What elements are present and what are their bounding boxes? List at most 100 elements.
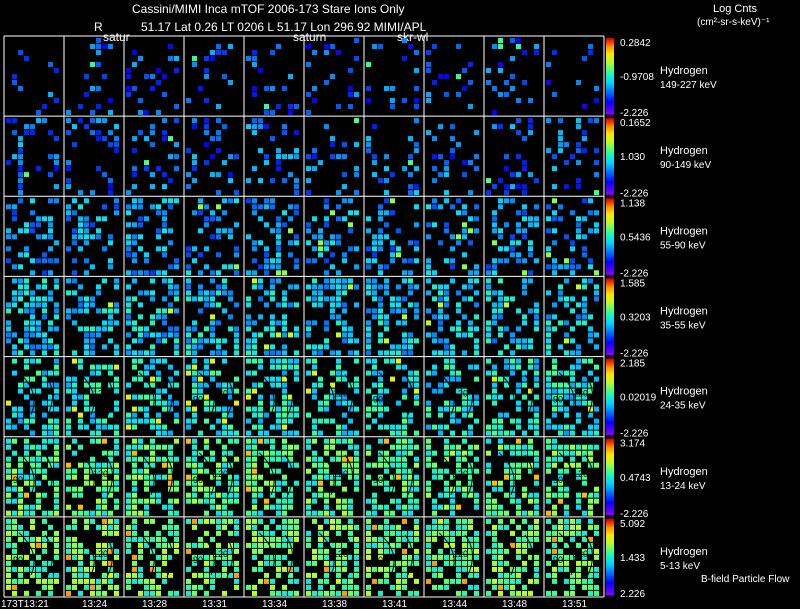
- data-pixel: [354, 486, 359, 492]
- data-pixel: [186, 438, 191, 444]
- data-pixel: [6, 474, 11, 480]
- data-pixel: [42, 270, 47, 276]
- data-pixel: [156, 358, 161, 364]
- data-pixel: [354, 554, 359, 560]
- data-pixel: [576, 444, 581, 450]
- data-pixel: [234, 584, 239, 590]
- data-pixel: [156, 430, 161, 436]
- data-pixel: [150, 142, 155, 148]
- data-pixel: [546, 468, 551, 474]
- data-pixel: [486, 68, 491, 73]
- data-pixel: [258, 438, 263, 444]
- data-pixel: [456, 518, 461, 524]
- data-pixel: [528, 524, 533, 530]
- data-pixel: [414, 302, 419, 308]
- data-pixel: [330, 370, 335, 376]
- data-pixel: [54, 302, 59, 308]
- data-pixel: [264, 86, 269, 91]
- data-pixel: [204, 438, 209, 444]
- data-pixel: [54, 554, 59, 560]
- data-pixel: [324, 270, 329, 276]
- data-pixel: [402, 518, 407, 524]
- data-pixel: [528, 222, 533, 228]
- data-pixel: [498, 228, 503, 234]
- data-pixel: [90, 44, 95, 49]
- data-pixel: [588, 370, 593, 376]
- data-pixel: [330, 456, 335, 462]
- data-pixel: [312, 462, 317, 468]
- data-pixel: [270, 530, 275, 536]
- data-pixel: [150, 350, 155, 356]
- data-pixel: [6, 578, 11, 584]
- data-pixel: [456, 406, 461, 412]
- data-pixel: [438, 302, 443, 308]
- data-pixel: [324, 50, 329, 55]
- data-pixel: [576, 412, 581, 418]
- data-pixel: [366, 424, 371, 430]
- data-pixel: [462, 450, 467, 456]
- data-pixel: [54, 326, 59, 332]
- data-pixel: [84, 510, 89, 516]
- data-pixel: [204, 296, 209, 302]
- data-pixel: [372, 492, 377, 498]
- data-pixel: [198, 204, 203, 210]
- data-pixel: [66, 216, 71, 222]
- data-pixel: [354, 444, 359, 450]
- data-pixel: [450, 536, 455, 542]
- data-pixel: [264, 198, 269, 204]
- data-pixel: [492, 486, 497, 492]
- data-pixel: [24, 358, 29, 364]
- data-pixel: [36, 296, 41, 302]
- data-pixel: [372, 308, 377, 314]
- data-pixel: [414, 400, 419, 406]
- data-pixel: [36, 492, 41, 498]
- data-pixel: [162, 406, 167, 412]
- data-pixel: [324, 438, 329, 444]
- data-pixel: [126, 344, 131, 350]
- data-pixel: [90, 438, 95, 444]
- data-pixel: [564, 406, 569, 412]
- data-pixel: [450, 578, 455, 584]
- data-pixel: [474, 572, 479, 578]
- data-pixel: [552, 228, 557, 234]
- data-pixel: [444, 358, 449, 364]
- data-pixel: [192, 338, 197, 344]
- data-pixel: [510, 518, 515, 524]
- data-pixel: [294, 530, 299, 536]
- data-pixel: [486, 510, 491, 516]
- data-pixel: [102, 560, 107, 566]
- data-pixel: [396, 302, 401, 308]
- data-pixel: [294, 358, 299, 364]
- data-pixel: [156, 228, 161, 234]
- data-pixel: [288, 302, 293, 308]
- data-pixel: [378, 44, 383, 49]
- data-pixel: [456, 530, 461, 536]
- data-pixel: [12, 578, 17, 584]
- data-pixel: [78, 296, 83, 302]
- data-pixel: [342, 172, 347, 178]
- data-pixel: [384, 510, 389, 516]
- data-pixel: [438, 406, 443, 412]
- data-pixel: [552, 542, 557, 548]
- data-pixel: [468, 62, 473, 67]
- data-pixel: [552, 270, 557, 276]
- data-pixel: [576, 542, 581, 548]
- data-pixel: [24, 394, 29, 400]
- data-pixel: [522, 382, 527, 388]
- data-pixel: [222, 418, 227, 424]
- data-pixel: [174, 284, 179, 290]
- data-pixel: [54, 418, 59, 424]
- data-pixel: [102, 578, 107, 584]
- data-pixel: [210, 50, 215, 55]
- data-pixel: [336, 314, 341, 320]
- data-pixel: [54, 284, 59, 290]
- data-pixel: [30, 444, 35, 450]
- data-pixel: [384, 264, 389, 270]
- data-pixel: [30, 326, 35, 332]
- data-pixel: [336, 278, 341, 284]
- data-pixel: [270, 350, 275, 356]
- data-pixel: [126, 382, 131, 388]
- data-pixel: [414, 498, 419, 504]
- data-pixel: [324, 566, 329, 572]
- data-pixel: [306, 370, 311, 376]
